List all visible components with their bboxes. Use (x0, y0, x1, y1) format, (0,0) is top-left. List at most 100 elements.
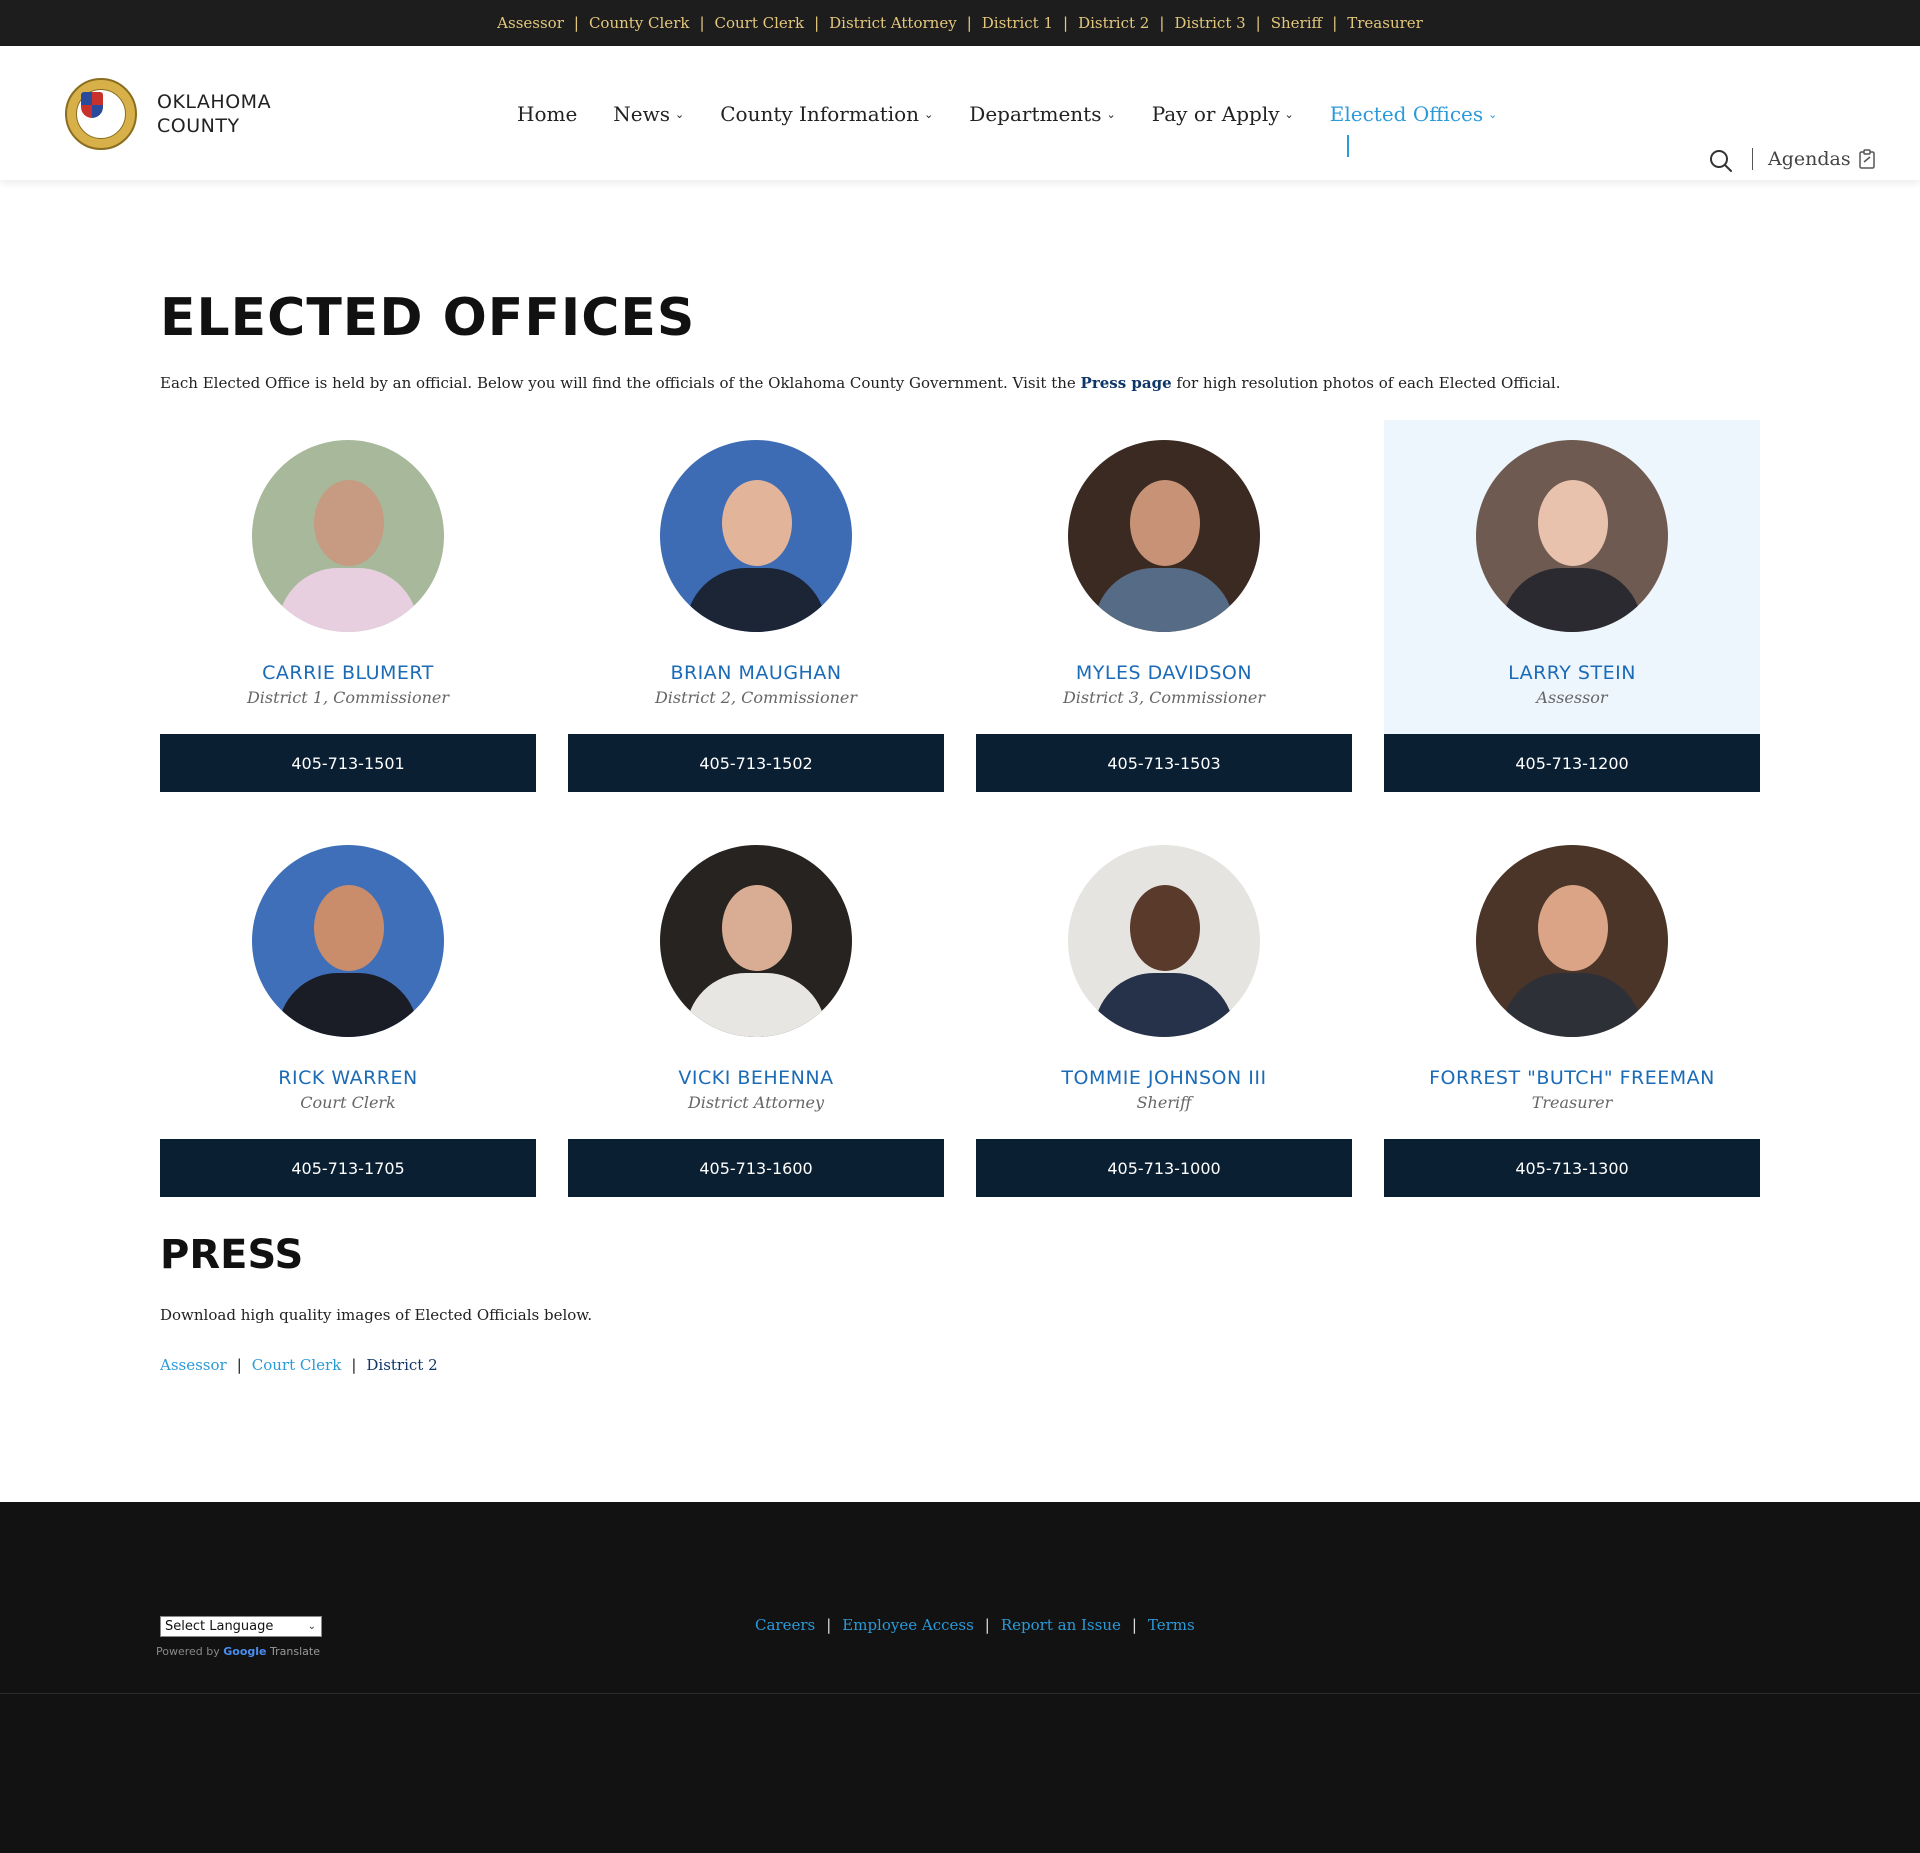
topbar-link-county-clerk[interactable]: County Clerk (589, 14, 690, 32)
official-name: CARRIE BLUMERT (262, 662, 434, 684)
nav-home[interactable]: Home (517, 102, 577, 126)
official-photo (252, 440, 444, 632)
official-photo (1476, 845, 1668, 1037)
official-phone-button[interactable]: 405-713-1000 (976, 1139, 1352, 1197)
separator: | (351, 1356, 357, 1374)
press-links: Assessor | Court Clerk | District 2 (160, 1356, 438, 1374)
official-photo (1068, 440, 1260, 632)
official-photo (660, 440, 852, 632)
chevron-down-icon: ⌄ (307, 1621, 316, 1632)
official-role: Court Clerk (300, 1093, 396, 1112)
official-role: District Attorney (687, 1093, 825, 1112)
official-phone-button[interactable]: 405-713-1503 (976, 734, 1352, 792)
topbar-link-assessor[interactable]: Assessor (497, 14, 564, 32)
official-phone-button[interactable]: 405-713-1502 (568, 734, 944, 792)
press-text: Download high quality images of Elected … (160, 1306, 593, 1324)
official-name: VICKI BEHENNA (678, 1067, 834, 1089)
page-title: ELECTED OFFICES (160, 288, 696, 348)
official-name: BRIAN MAUGHAN (670, 662, 842, 684)
official-phone-button[interactable]: 405-713-1705 (160, 1139, 536, 1197)
press-link-district-2[interactable]: District 2 (366, 1356, 437, 1374)
official-card[interactable]: RICK WARREN Court Clerk 405-713-1705 (160, 825, 536, 1199)
nav-news-label: News (613, 102, 671, 126)
press-link-assessor[interactable]: Assessor (160, 1356, 227, 1374)
separator: | (1063, 14, 1069, 32)
official-name: LARRY STEIN (1508, 662, 1636, 684)
official-role: Sheriff (1136, 1093, 1192, 1112)
nav-news[interactable]: News ⌄ (613, 102, 684, 126)
nav-elected-offices-label: Elected Offices (1329, 102, 1484, 126)
nav-pay-or-apply-label: Pay or Apply (1151, 102, 1280, 126)
separator: | (699, 14, 705, 32)
separator: | (814, 14, 820, 32)
search-icon[interactable] (1709, 149, 1733, 173)
powered-by-google-translate: Powered by Google Translate (156, 1645, 320, 1658)
official-card[interactable]: MYLES DAVIDSON District 3, Commissioner … (976, 420, 1352, 794)
footer-links: Careers | Employee Access | Report an Is… (755, 1616, 1195, 1634)
main-nav: Home News ⌄ County Information ⌄ Departmen… (517, 102, 1533, 126)
chevron-down-icon: ⌄ (675, 107, 685, 121)
clipboard-icon (1858, 149, 1875, 169)
official-phone-button[interactable]: 405-713-1300 (1384, 1139, 1760, 1197)
topbar-link-district-3[interactable]: District 3 (1174, 14, 1245, 32)
official-card[interactable]: TOMMIE JOHNSON III Sheriff 405-713-1000 (976, 825, 1352, 1199)
footer-link-employee-access[interactable]: Employee Access (842, 1616, 974, 1634)
nav-county-information-label: County Information (720, 102, 920, 126)
nav-pay-or-apply[interactable]: Pay or Apply ⌄ (1152, 102, 1294, 126)
county-logo[interactable]: OKLAHOMA COUNTY (65, 78, 271, 150)
official-phone-button[interactable]: 405-713-1501 (160, 734, 536, 792)
official-name: FORREST "BUTCH" FREEMAN (1429, 1067, 1715, 1089)
press-page-link[interactable]: Press page (1081, 374, 1172, 392)
official-phone-button[interactable]: 405-713-1200 (1384, 734, 1760, 792)
intro-text-before: Each Elected Office is held by an offici… (160, 374, 1081, 392)
official-role: Assessor (1536, 688, 1608, 707)
footer-divider (0, 1693, 1920, 1694)
nav-elected-offices[interactable]: Elected Offices ⌄ (1330, 102, 1498, 126)
separator: | (826, 1616, 832, 1634)
topbar-link-district-attorney[interactable]: District Attorney (829, 14, 957, 32)
chevron-down-icon: ⌄ (1284, 107, 1294, 121)
separator: | (966, 14, 972, 32)
logo-text: OKLAHOMA COUNTY (157, 90, 271, 138)
official-name: TOMMIE JOHNSON III (1061, 1067, 1267, 1089)
separator: | (984, 1616, 990, 1634)
press-link-court-clerk[interactable]: Court Clerk (252, 1356, 342, 1374)
footer-link-report-an-issue[interactable]: Report an Issue (1001, 1616, 1121, 1634)
official-phone-button[interactable]: 405-713-1600 (568, 1139, 944, 1197)
nav-active-indicator (1347, 135, 1349, 157)
top-utility-bar: Assessor | County Clerk | Court Clerk | Dis… (0, 0, 1920, 46)
agendas-link[interactable]: Agendas (1768, 148, 1875, 170)
topbar-link-district-1[interactable]: District 1 (982, 14, 1053, 32)
nav-departments-label: Departments (969, 102, 1102, 126)
agendas-label: Agendas (1768, 148, 1851, 170)
topbar-link-district-2[interactable]: District 2 (1078, 14, 1149, 32)
separator: | (573, 14, 579, 32)
intro-text-after: for high resolution photos of each Elect… (1171, 374, 1561, 392)
separator: | (1255, 14, 1261, 32)
press-title: PRESS (160, 1232, 304, 1278)
translate-label: Translate (270, 1645, 320, 1658)
nav-county-information[interactable]: County Information ⌄ (720, 102, 933, 126)
official-name: RICK WARREN (278, 1067, 418, 1089)
footer-link-terms[interactable]: Terms (1148, 1616, 1195, 1634)
chevron-down-icon: ⌄ (1106, 107, 1116, 121)
topbar-link-sheriff[interactable]: Sheriff (1271, 14, 1322, 32)
header-divider (1752, 148, 1753, 170)
language-select[interactable]: Select Language ⌄ (160, 1616, 322, 1637)
official-card[interactable]: BRIAN MAUGHAN District 2, Commissioner 4… (568, 420, 944, 794)
separator: | (1159, 14, 1165, 32)
official-role: District 1, Commissioner (246, 688, 450, 707)
official-card[interactable]: LARRY STEIN Assessor 405-713-1200 (1384, 420, 1760, 794)
topbar-link-court-clerk[interactable]: Court Clerk (715, 14, 805, 32)
official-card[interactable]: VICKI BEHENNA District Attorney 405-713-… (568, 825, 944, 1199)
county-seal-icon (65, 78, 137, 150)
official-photo (252, 845, 444, 1037)
nav-departments[interactable]: Departments ⌄ (969, 102, 1115, 126)
topbar-link-treasurer[interactable]: Treasurer (1347, 14, 1423, 32)
official-photo (1068, 845, 1260, 1037)
official-card[interactable]: CARRIE BLUMERT District 1, Commissioner … (160, 420, 536, 794)
separator: | (1131, 1616, 1137, 1634)
footer-link-careers[interactable]: Careers (755, 1616, 815, 1634)
official-card[interactable]: FORREST "BUTCH" FREEMAN Treasurer 405-71… (1384, 825, 1760, 1199)
logo-line-1: OKLAHOMA (157, 91, 272, 113)
